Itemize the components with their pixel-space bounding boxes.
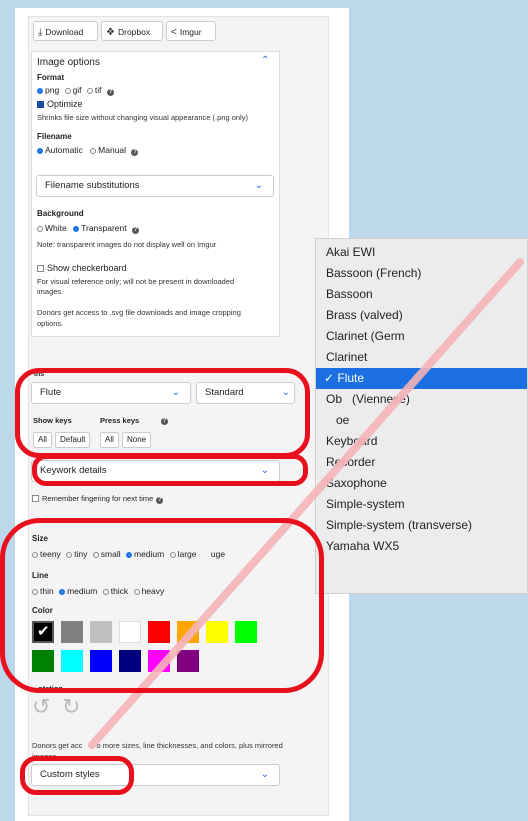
annotation-ring-instrument xyxy=(15,368,310,458)
annotation-ring-custom-styles xyxy=(20,756,134,795)
annotation-ring-keywork xyxy=(32,454,308,486)
annotation-ring-appearance xyxy=(0,518,324,693)
